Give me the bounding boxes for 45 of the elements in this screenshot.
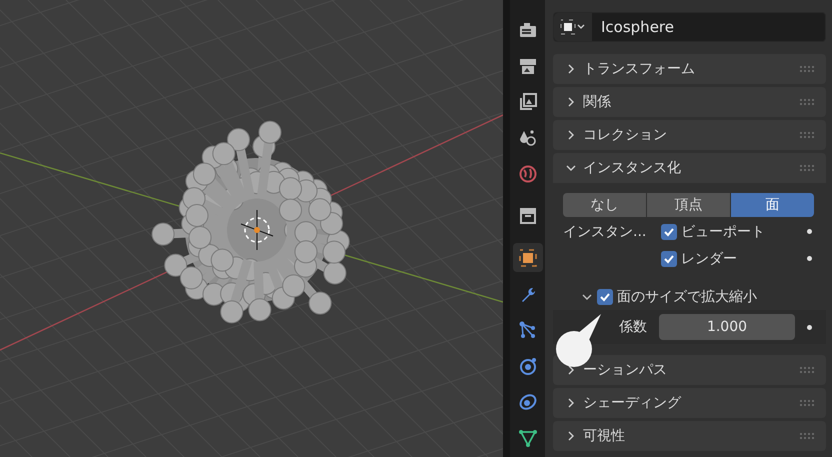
mode-toggle[interactable]: 面 xyxy=(731,193,814,217)
drag-handle-icon[interactable] xyxy=(800,99,816,105)
object-name-field[interactable]: Icosphere xyxy=(593,13,825,41)
object-name-bar[interactable]: Icosphere xyxy=(553,12,826,42)
checkbox-label[interactable]: 面のサイズで拡大縮小 xyxy=(617,288,826,306)
factor-label: 係数 xyxy=(619,318,647,336)
properties-tab[interactable] xyxy=(512,243,542,272)
drag-handle-icon[interactable] xyxy=(800,165,816,171)
world-tab-icon xyxy=(518,164,538,184)
panel-title[interactable]: インスタンス化 xyxy=(583,159,794,177)
checkbox[interactable] xyxy=(661,250,677,266)
panel-title[interactable]: 可視性 xyxy=(583,427,794,445)
physics-tab-icon xyxy=(518,356,538,376)
particles-tab-icon xyxy=(518,320,538,340)
object-tab-icon xyxy=(518,248,538,268)
object-type-icon xyxy=(560,19,586,35)
checkbox-label[interactable]: レンダー xyxy=(681,250,803,268)
checkbox[interactable] xyxy=(597,289,613,305)
checkmark-icon xyxy=(663,252,675,264)
drag-handle-icon[interactable] xyxy=(800,132,816,138)
keyframe-dot-icon[interactable] xyxy=(807,256,812,261)
panel-title[interactable]: ーションパス xyxy=(583,361,794,379)
panel-title[interactable]: コレクション xyxy=(583,126,794,144)
cursor-icon xyxy=(240,210,274,250)
keyframe-dot-icon[interactable] xyxy=(807,229,812,234)
data-tab-icon xyxy=(518,428,538,448)
constraints-tab-icon xyxy=(518,392,538,412)
checkbox-label[interactable]: ビューポート xyxy=(681,222,803,240)
drag-handle-icon[interactable] xyxy=(800,66,816,72)
drag-handle-icon[interactable] xyxy=(800,367,816,373)
mode-toggle[interactable]: なし xyxy=(563,193,646,217)
instancer-label: インスタン... xyxy=(563,224,646,240)
checkbox[interactable] xyxy=(661,224,677,240)
object-type-dropdown[interactable] xyxy=(554,13,593,41)
scene-tab-icon xyxy=(518,128,538,148)
panel-title[interactable]: 関係 xyxy=(583,93,794,111)
checkmark-icon xyxy=(599,291,611,303)
checkmark-icon xyxy=(663,226,675,238)
keyframe-dot-icon[interactable] xyxy=(807,324,812,330)
factor-field[interactable]: 1.000 xyxy=(659,314,795,340)
drag-handle-icon[interactable] xyxy=(800,400,816,406)
panel-title[interactable]: シェーディング xyxy=(583,394,794,412)
drag-handle-icon[interactable] xyxy=(800,433,816,439)
mode-toggle[interactable]: 頂点 xyxy=(647,193,730,217)
panel-title[interactable]: トランスフォーム xyxy=(583,60,794,78)
